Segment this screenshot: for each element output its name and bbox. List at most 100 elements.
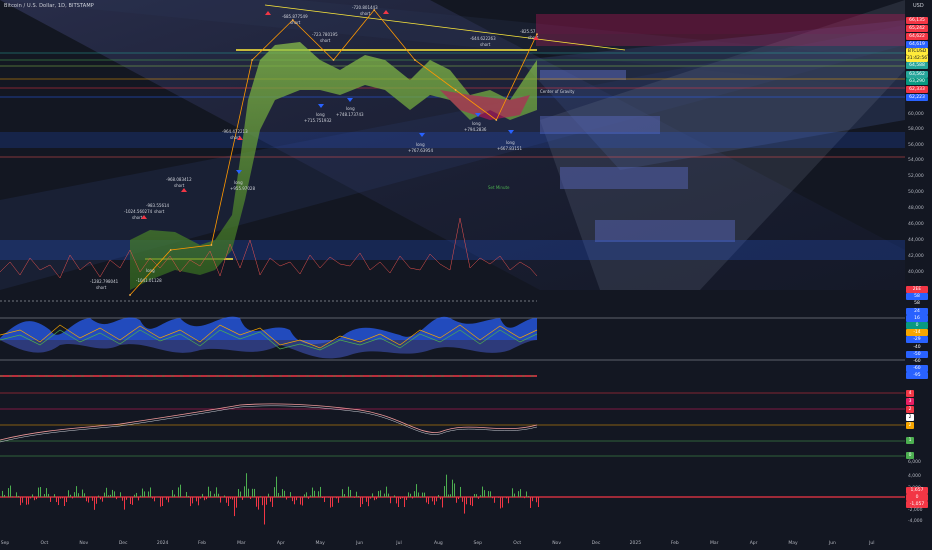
price-tick: 56,000 xyxy=(908,143,924,148)
delta-badge: 0 xyxy=(906,494,928,501)
delta-bar xyxy=(226,497,227,503)
delta-bar xyxy=(410,493,411,497)
annotation: -964.472213 xyxy=(222,129,248,134)
time-tick: Nov xyxy=(552,541,561,546)
price-tick: 60,000 xyxy=(908,112,924,117)
delta-bar xyxy=(290,492,291,497)
price-point xyxy=(454,89,457,91)
delta-bar xyxy=(488,491,489,497)
price-badge: 62,223 xyxy=(906,94,928,101)
delta-bar xyxy=(406,497,407,500)
delta-bar xyxy=(472,497,473,507)
delta-bar xyxy=(282,489,283,497)
delta-bar xyxy=(50,497,51,502)
delta-bar xyxy=(196,497,197,502)
delta-bar xyxy=(260,496,261,497)
time-tick: Dec xyxy=(118,541,128,546)
delta-bar xyxy=(280,495,281,497)
delta-bar xyxy=(408,492,409,497)
delta-bar xyxy=(368,497,369,507)
delta-bar xyxy=(420,497,421,498)
delta-bar xyxy=(332,497,333,507)
annotation: -968.083412 xyxy=(166,177,192,182)
oscillator-badge: -40 xyxy=(906,343,928,351)
delta-bar xyxy=(256,497,257,507)
delta-bar xyxy=(160,497,161,507)
delta-bar xyxy=(480,495,481,497)
delta-bar xyxy=(484,490,485,497)
oscillator-badge: 24 xyxy=(906,307,928,315)
delta-bar xyxy=(66,497,67,503)
chart-canvas[interactable]: -1282.798041 short -1024.560274 short -9… xyxy=(0,0,932,550)
delta-bar xyxy=(476,494,477,497)
oscillator-badge: 2EE xyxy=(906,286,928,293)
delta-bar xyxy=(528,496,529,497)
annotation: long xyxy=(146,268,155,273)
delta-bar xyxy=(380,490,381,497)
delta-bar xyxy=(474,493,475,497)
delta-bar xyxy=(538,497,539,508)
delta-bar xyxy=(350,489,351,497)
delta-bar xyxy=(440,497,441,500)
oscillator-badge: -60 xyxy=(906,365,928,373)
delta-bar xyxy=(242,497,243,500)
delta-bar xyxy=(418,492,419,497)
annotation: short xyxy=(174,183,185,188)
delta-bar xyxy=(44,494,45,497)
delta-bar xyxy=(172,490,173,497)
delta-bar xyxy=(464,497,465,514)
delta-bar xyxy=(236,497,237,508)
price-tick: 54,000 xyxy=(908,158,924,163)
time-tick: Mar xyxy=(709,541,719,546)
delta-bar xyxy=(468,497,469,498)
delta-bar xyxy=(498,497,499,498)
delta-bar xyxy=(292,497,293,502)
delta-bar xyxy=(40,487,41,497)
delta-bar xyxy=(178,487,179,497)
level-badge: 2 xyxy=(906,406,914,413)
delta-bar xyxy=(342,489,343,497)
delta-bar xyxy=(268,493,269,497)
currency-label: USD xyxy=(913,3,924,9)
delta-bar xyxy=(86,497,87,502)
delta-bar xyxy=(370,497,371,499)
annotation: short xyxy=(320,38,331,43)
delta-bar xyxy=(138,497,139,501)
delta-bar xyxy=(232,497,233,500)
delta-bar xyxy=(80,497,81,498)
delta-bar xyxy=(428,497,429,505)
time-tick: Jun xyxy=(356,541,364,546)
level-badge: 4 xyxy=(906,390,914,397)
delta-bar xyxy=(134,494,135,497)
delta-bar xyxy=(492,497,493,499)
delta-bar xyxy=(20,497,21,506)
delta-bar xyxy=(136,492,137,497)
delta-bar xyxy=(530,497,531,508)
annotation: -723.780195 xyxy=(312,32,338,37)
delta-bar xyxy=(310,495,311,497)
delta-bar xyxy=(278,492,279,497)
price-point xyxy=(251,59,254,61)
delta-bar xyxy=(58,497,59,506)
delta-bar xyxy=(258,497,259,510)
delta-bar xyxy=(444,486,445,497)
annotation: long xyxy=(472,121,481,126)
delta-bar xyxy=(286,497,287,500)
delta-bar xyxy=(382,496,383,497)
time-tick: 2024 xyxy=(156,541,169,546)
delta-bar xyxy=(404,497,405,508)
delta-bar xyxy=(64,497,65,507)
oscillator-badge: 16 xyxy=(906,314,928,322)
delta-bar xyxy=(438,495,439,497)
delta-bar xyxy=(104,492,105,497)
annotation: +767.63954 xyxy=(408,148,433,153)
delta-bar xyxy=(54,494,55,497)
delta-bar xyxy=(458,497,459,500)
delta-bar xyxy=(74,492,75,497)
delta-bar xyxy=(366,497,367,502)
delta-bar xyxy=(452,479,453,497)
delta-bar xyxy=(198,497,199,506)
delta-badge: -1,057 xyxy=(906,501,928,508)
delta-bar xyxy=(216,487,217,497)
oscillator-badge: -95 xyxy=(906,372,928,380)
